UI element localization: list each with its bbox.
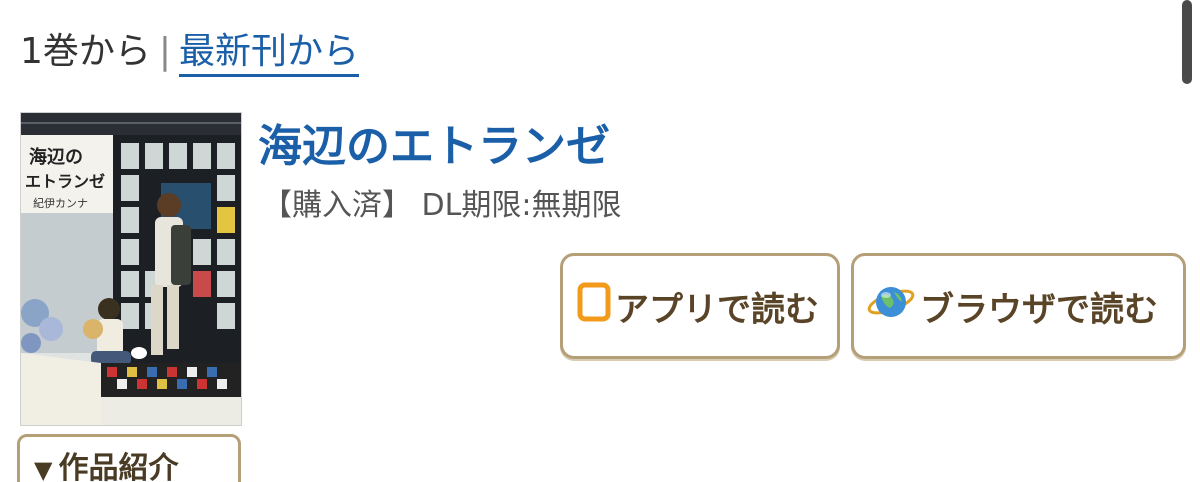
from-latest-volume-link[interactable]: 最新刊から xyxy=(179,31,360,77)
synopsis-toggle-button[interactable]: ▼ 作品紹介 xyxy=(17,434,241,482)
cover-author: 紀伊カンナ xyxy=(33,197,88,210)
sort-links: 1巻から | 最新刊から xyxy=(20,28,360,77)
read-in-browser-button[interactable]: ブラウザで読む xyxy=(851,253,1186,359)
sort-separator: | xyxy=(158,31,172,72)
from-first-volume-link[interactable]: 1巻から xyxy=(20,31,151,72)
purchased-book-page: 1巻から | 最新刊から 海辺の エトランゼ 紀伊カンナ ▼ 作品紹介 海辺のエ… xyxy=(0,0,1200,482)
read-in-app-label: アプリで読む xyxy=(615,289,819,330)
book-cover-image[interactable]: 海辺の エトランゼ 紀伊カンナ xyxy=(20,112,242,426)
cover-title-line1: 海辺の xyxy=(29,146,83,168)
book-title-link[interactable]: 海辺のエトランゼ xyxy=(258,110,610,174)
read-in-browser-label: ブラウザで読む xyxy=(920,289,1158,330)
synopsis-label: 作品紹介 xyxy=(58,451,179,482)
tablet-icon xyxy=(577,282,611,331)
scrollbar[interactable] xyxy=(1182,0,1192,84)
globe-icon xyxy=(866,280,916,333)
cover-title-line2: エトランゼ xyxy=(25,172,105,191)
triangle-down-icon: ▼ xyxy=(34,456,53,482)
read-in-app-button[interactable]: アプリで読む xyxy=(560,253,840,359)
purchase-status: 【購入済】 DL期限:無期限 xyxy=(262,188,622,223)
